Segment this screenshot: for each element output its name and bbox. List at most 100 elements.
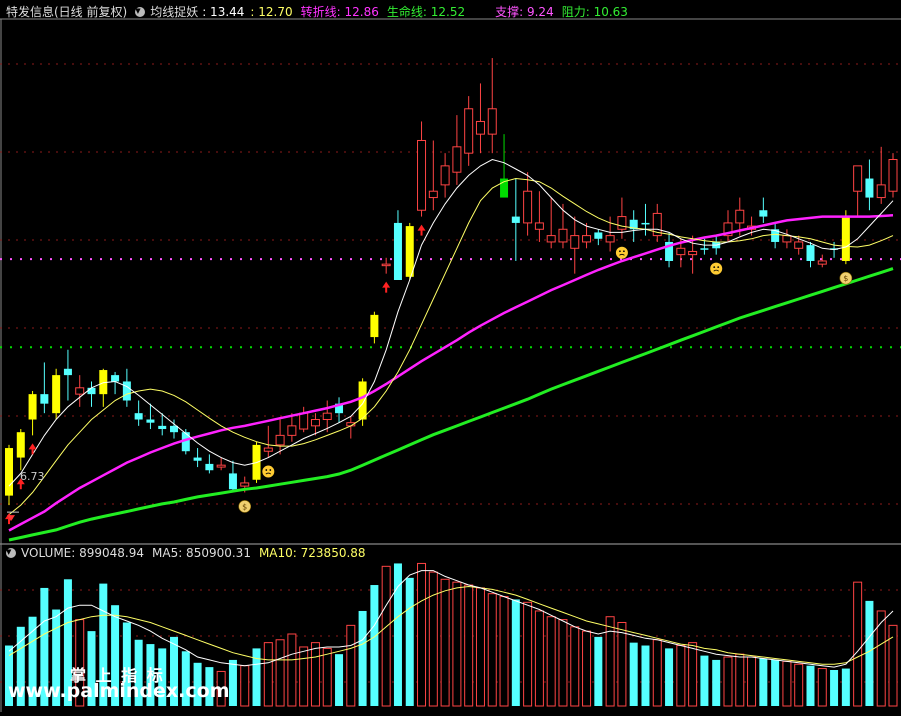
candle-body [158, 425, 167, 430]
volume-bar [263, 642, 273, 707]
candle-body [5, 448, 13, 496]
candle-body [759, 210, 768, 217]
ma-white-line [8, 158, 894, 487]
volume-bar [428, 571, 438, 707]
candle-body [52, 375, 61, 414]
smiley-icon [619, 250, 621, 253]
price-header: 特发信息(日线 前复权) ▼ 均线捉妖 : 13.44 : 12.70 转折线 … [6, 3, 628, 20]
volume-bar [665, 648, 674, 706]
volume-bar [287, 633, 297, 707]
support-label: 支撑 [495, 5, 520, 19]
volume-bar [782, 660, 792, 707]
volume-bar [830, 670, 839, 706]
candle-body [806, 245, 815, 261]
resist-label: 阻力 [561, 5, 586, 19]
candle-body [287, 425, 297, 436]
candle-body [582, 235, 592, 243]
smiley-icon [269, 469, 272, 471]
ma10-value: : 723850.88 [292, 546, 366, 560]
life-line [8, 267, 894, 542]
volume-bar [617, 621, 627, 707]
candle-body [405, 226, 414, 277]
ma10-label: MA10 [258, 546, 293, 560]
volume-bar [487, 593, 497, 707]
candle-body [393, 222, 402, 280]
indicator-name: 均线捉妖 [150, 5, 199, 19]
candle-body [87, 387, 96, 395]
shengming-label: 生命线 [386, 5, 423, 19]
candle-body [546, 235, 556, 243]
candle-body [558, 228, 568, 243]
volume-bar [853, 581, 863, 707]
zhuanzhe-label: 转折线 [300, 5, 337, 19]
candle-body [40, 394, 49, 404]
volume-bar [228, 659, 237, 706]
candle-body [688, 250, 698, 256]
smiley-icon [713, 266, 716, 269]
indicator-value-1: : 13.44 [202, 4, 245, 19]
volume-bar [240, 665, 250, 707]
candle-body [370, 314, 379, 338]
volume-bar [841, 668, 850, 706]
volume-bar [806, 665, 815, 706]
candle-body [865, 178, 874, 198]
ma5-value: : 850900.31 [178, 546, 251, 560]
volume-bar [511, 599, 520, 706]
volume-bar [452, 581, 462, 707]
candle-body [876, 184, 886, 199]
volume-bar [747, 656, 757, 707]
candle-body [853, 165, 863, 192]
candle-body [841, 216, 850, 261]
volume-bar [794, 663, 804, 707]
candle-body [263, 447, 273, 452]
candle-body [534, 222, 544, 230]
volume-bar [440, 578, 450, 707]
candle-body [193, 457, 202, 461]
ma5-label: MA5 [152, 546, 179, 560]
chart-stage: $ $ [0, 0, 901, 712]
volume-bar [499, 596, 509, 707]
volume-bar [676, 645, 686, 707]
volume-bar [652, 639, 662, 707]
candles [5, 58, 898, 506]
volume-bar [558, 619, 568, 707]
volume-bar [346, 624, 356, 707]
volume-bar [546, 616, 556, 707]
chevron-down-icon[interactable]: ▼ [135, 6, 146, 17]
smiley-icon [710, 262, 723, 275]
chevron-down-icon[interactable]: ▼ [6, 548, 16, 558]
candle-body [146, 419, 155, 423]
candle-body [28, 394, 37, 420]
volume-bar [723, 656, 733, 707]
candle-body [617, 216, 627, 230]
candle-body [511, 216, 520, 223]
candle-body [63, 368, 72, 376]
shengming-value: : 12.52 [422, 4, 466, 19]
volume-bar [393, 563, 402, 706]
money-bag-icon: $ [242, 502, 247, 511]
volume-bar [570, 626, 580, 707]
up-arrow-icon [382, 281, 391, 288]
volume-bar [358, 610, 367, 706]
candle-body [111, 375, 120, 382]
candle-body [417, 139, 427, 211]
low-price-label: 6.73 [20, 470, 45, 483]
volume-value: : 899048.94 [71, 546, 144, 560]
volume-bar [534, 610, 544, 707]
turning-line [8, 214, 894, 532]
volume-bar [475, 587, 485, 707]
volume-bar [700, 655, 709, 706]
candle-body [134, 413, 143, 420]
candle-body [641, 222, 650, 225]
volume-bar [735, 653, 745, 707]
volume-bar [523, 601, 533, 707]
candle-body [228, 473, 237, 490]
resist-value: : 10.63 [585, 4, 628, 19]
smiley-icon [265, 469, 268, 471]
candle-body [122, 381, 131, 401]
candle-body [310, 419, 320, 427]
candle-body [358, 381, 367, 420]
candle-body [16, 432, 25, 458]
candle-body [794, 241, 804, 249]
volume-bar [381, 565, 391, 707]
